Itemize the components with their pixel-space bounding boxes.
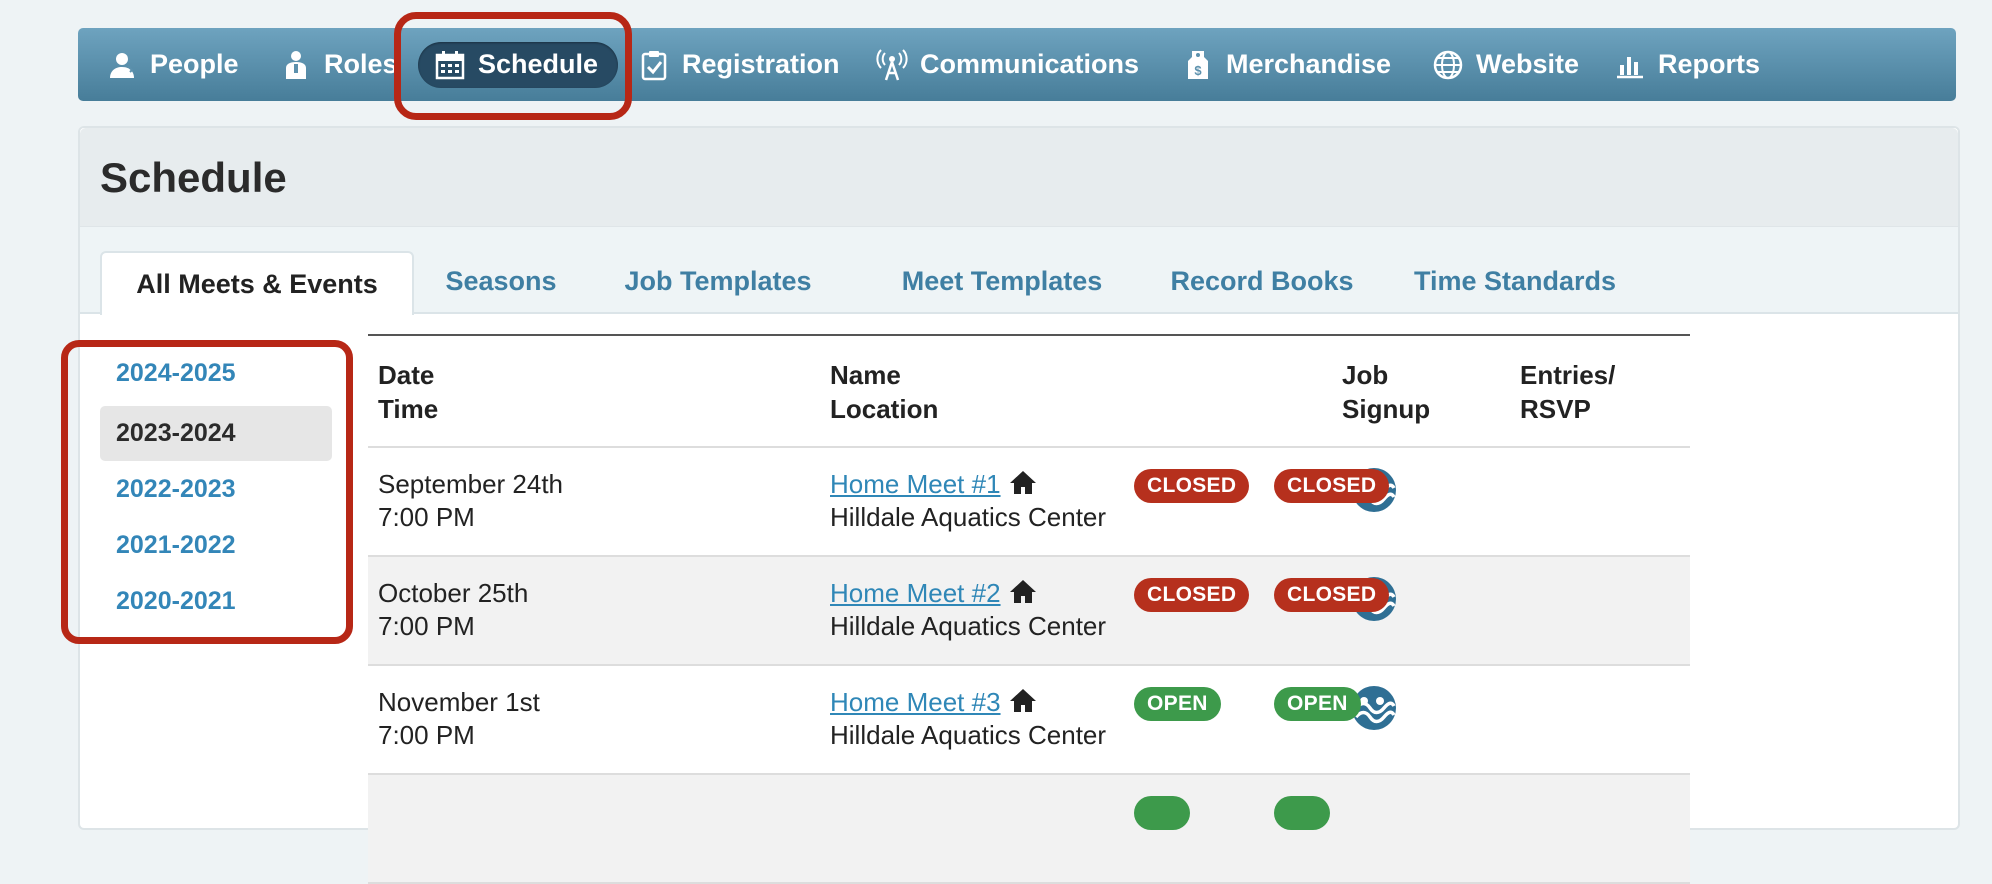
season-item-2024-2025[interactable]: 2024-2025 (100, 346, 332, 401)
table-row: October 25th 7:00 PM Home Meet #2 Hillda… (368, 557, 1690, 666)
active-nav-pill[interactable]: Schedule (418, 41, 619, 88)
table-row-partial (368, 775, 1690, 884)
home-icon (1009, 689, 1036, 712)
table-header: Date Time Name Location Job Signup Entri… (368, 334, 1690, 448)
panel-header: Schedule (80, 128, 1958, 227)
tab-seasons[interactable]: Seasons (436, 251, 566, 311)
meet-location: Hilldale Aquatics Center (830, 720, 1107, 750)
nav-label: Communications (920, 49, 1140, 79)
entries-status-badge[interactable]: CLOSED (1274, 469, 1390, 503)
table-row: September 24th 7:00 PM Home Meet #1 Hill… (368, 448, 1690, 557)
table-row: November 1st 7:00 PM Home Meet #3 Hillda… (368, 666, 1690, 775)
meet-date: September 24th (378, 469, 564, 499)
meet-time: 7:00 PM (378, 720, 475, 750)
header-entries-rsvp: Entries/ RSVP (1520, 360, 1616, 424)
nav-item-schedule[interactable]: Schedule (418, 28, 619, 101)
nav-label: Schedule (478, 49, 599, 79)
nav-item-registration[interactable]: Registration (638, 28, 840, 101)
meet-date: November 1st (378, 687, 540, 717)
tab-record-books[interactable]: Record Books (1162, 251, 1362, 311)
nav-label: Reports (1658, 49, 1761, 79)
role-icon (286, 50, 306, 79)
entries-status-badge[interactable]: CLOSED (1274, 578, 1390, 612)
nav-label: Website (1476, 49, 1580, 79)
meet-time: 7:00 PM (378, 502, 475, 532)
meet-link[interactable]: Home Meet #1 (830, 469, 1001, 499)
season-item-2021-2022[interactable]: 2021-2022 (100, 518, 332, 573)
tab-time-standards[interactable]: Time Standards (1406, 251, 1624, 311)
nav-item-communications[interactable]: Communications (876, 28, 1139, 101)
meet-date: October 25th (378, 578, 529, 608)
nav-label: Registration (682, 49, 840, 79)
name-location-cell: Home Meet #3 Hilldale Aquatics Center (830, 686, 1106, 752)
schedule-panel: Schedule All Meets & Events Seasons Job … (78, 126, 1960, 884)
season-item-2023-2024[interactable]: 2023-2024 (100, 406, 332, 461)
nav-item-website[interactable]: Website (1432, 28, 1579, 101)
meet-location: Hilldale Aquatics Center (830, 611, 1107, 641)
meet-location: Hilldale Aquatics Center (830, 502, 1107, 532)
home-icon (1009, 580, 1036, 603)
header-job-signup: Job Signup (1342, 360, 1431, 424)
bar-chart-icon (1617, 56, 1643, 78)
antenna-icon (876, 48, 908, 80)
name-location-cell: Home Meet #2 Hilldale Aquatics Center (830, 577, 1106, 643)
entries-status-badge-partial (1274, 796, 1330, 830)
price-tag-icon: $ (1188, 50, 1208, 79)
nav-item-people[interactable]: People (106, 28, 239, 101)
season-item-2020-2021[interactable]: 2020-2021 (100, 574, 332, 629)
header-name-location: Name Location (830, 360, 939, 424)
date-time-cell: November 1st 7:00 PM (378, 686, 540, 752)
header-date-time: Date Time (378, 360, 439, 424)
page-title: Schedule (100, 154, 287, 201)
clipboard-check-icon (641, 50, 667, 80)
entries-status-badge[interactable]: OPEN (1274, 687, 1361, 721)
date-time-cell: September 24th 7:00 PM (378, 468, 563, 534)
meet-time: 7:00 PM (378, 611, 475, 641)
person-icon (110, 52, 134, 78)
season-item-2022-2023[interactable]: 2022-2023 (100, 462, 332, 517)
date-time-cell: October 25th 7:00 PM (378, 577, 528, 643)
tab-all-meets-events[interactable]: All Meets & Events (100, 251, 414, 315)
job-signup-status-badge[interactable]: CLOSED (1134, 578, 1250, 612)
home-icon (1009, 471, 1036, 494)
tab-meet-templates[interactable]: Meet Templates (886, 251, 1118, 311)
tab-job-templates[interactable]: Job Templates (608, 251, 828, 311)
meet-link[interactable]: Home Meet #2 (830, 578, 1001, 608)
main-nav: People Roles Schedule Registration Commu… (78, 28, 1956, 101)
globe-icon (1433, 50, 1463, 79)
svg-text:$: $ (1194, 63, 1202, 78)
tab-bar: All Meets & Events Seasons Job Templates… (80, 227, 1958, 315)
meet-link[interactable]: Home Meet #3 (830, 687, 1001, 717)
nav-label: People (150, 49, 239, 79)
nav-item-reports[interactable]: Reports (1614, 28, 1760, 101)
nav-label: Roles (324, 49, 398, 79)
job-signup-status-badge-partial (1134, 796, 1190, 830)
calendar-icon (435, 50, 465, 79)
job-signup-status-badge[interactable]: CLOSED (1134, 469, 1250, 503)
job-signup-status-badge[interactable]: OPEN (1134, 687, 1221, 721)
meets-table: Date Time Name Location Job Signup Entri… (368, 334, 1690, 884)
nav-item-merchandise[interactable]: $ Merchandise (1182, 28, 1391, 101)
nav-label: Merchandise (1226, 49, 1392, 79)
name-location-cell: Home Meet #1 Hilldale Aquatics Center (830, 468, 1106, 534)
nav-item-roles[interactable]: Roles (280, 28, 398, 101)
